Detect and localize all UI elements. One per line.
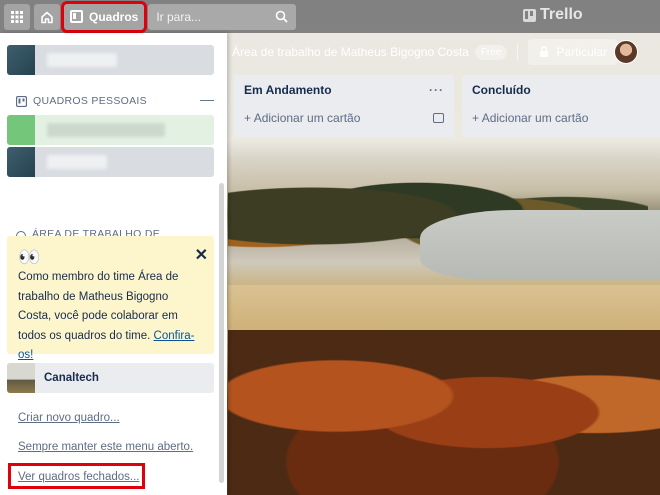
board-tile-personal-2[interactable] — [7, 147, 214, 177]
boards-icon — [70, 10, 83, 23]
workspace-notice: 👀 ✕ Como membro do time Área de trabalho… — [7, 236, 214, 361]
board-thumbnail — [7, 115, 35, 145]
board-thumbnail — [7, 147, 35, 177]
closed-boards-highlight — [8, 463, 145, 489]
trello-logo-text: Trello — [540, 6, 583, 23]
create-board-link[interactable]: Criar novo quadro... — [18, 412, 120, 424]
list-title[interactable]: Concluído — [472, 83, 531, 97]
list-menu-button[interactable]: ··· — [429, 83, 444, 97]
background-lake — [420, 210, 660, 280]
board-thumbnail — [7, 363, 35, 393]
board-name: Canaltech — [44, 372, 99, 384]
plan-badge: Free — [474, 44, 508, 60]
add-card-button[interactable]: + Adicionar um cartão — [244, 111, 360, 125]
board-name-blurred — [47, 53, 117, 67]
top-header: Quadros Ir para... Trello — [0, 0, 660, 33]
visibility-button[interactable]: Particular — [528, 39, 618, 65]
home-button[interactable] — [34, 3, 60, 30]
workspace-button[interactable]: Área de trabalho de Matheus Bigogno Cost… — [228, 44, 508, 60]
list-title[interactable]: Em Andamento — [244, 83, 332, 97]
personal-boards-label: QUADROS PESSOAIS — [33, 95, 147, 107]
apps-grid-icon — [11, 10, 23, 23]
apps-button[interactable] — [4, 3, 30, 30]
personal-boards-heading: QUADROS PESSOAIS — [16, 95, 147, 107]
trello-logo[interactable]: Trello — [523, 6, 583, 24]
board-tile-canaltech[interactable]: Canaltech — [7, 363, 214, 393]
boards-button-label: Quadros — [89, 9, 139, 24]
add-card-label: Adicionar um cartão — [253, 111, 361, 125]
boards-button[interactable]: Quadros — [60, 0, 148, 33]
trello-logo-icon — [523, 8, 536, 22]
boards-sidebar: QUADROS PESSOAIS — ÁREA DE TRABALHO DE M… — [0, 33, 227, 495]
search-placeholder: Ir para... — [156, 9, 202, 24]
boards-icon — [16, 95, 27, 107]
header-divider — [517, 43, 519, 61]
background-autumn-bush — [228, 330, 660, 495]
visibility-label: Particular — [556, 45, 608, 59]
workspace-name: Área de trabalho de Matheus Bigogno Cost… — [232, 45, 469, 59]
member-avatar[interactable] — [614, 40, 638, 64]
board-tile-recent[interactable] — [7, 45, 214, 75]
close-notice-button[interactable]: ✕ — [195, 246, 208, 266]
search-input[interactable]: Ir para... — [148, 3, 297, 30]
sidebar-scrollbar[interactable] — [219, 183, 224, 483]
search-icon — [276, 10, 288, 23]
collapse-personal-button[interactable]: — — [200, 91, 214, 107]
list-concluido: Concluído + Adicionar um cartão — [462, 75, 660, 137]
keep-menu-open-link[interactable]: Sempre manter este menu aberto. — [18, 441, 193, 453]
board-thumbnail — [7, 45, 35, 75]
board-tile-personal-1[interactable] — [7, 115, 214, 145]
board-header: Área de trabalho de Matheus Bigogno Cost… — [228, 36, 660, 68]
lock-icon — [540, 46, 549, 57]
board-name-blurred — [47, 123, 165, 137]
home-icon — [41, 11, 53, 23]
add-card-button[interactable]: + Adicionar um cartão — [472, 111, 588, 125]
add-card-label: Adicionar um cartão — [481, 111, 589, 125]
eyes-icon: 👀 — [18, 247, 40, 267]
card-template-icon[interactable] — [433, 113, 444, 123]
board-name-blurred — [47, 155, 107, 169]
list-em-andamento: Em Andamento ··· + Adicionar um cartão — [234, 75, 454, 137]
